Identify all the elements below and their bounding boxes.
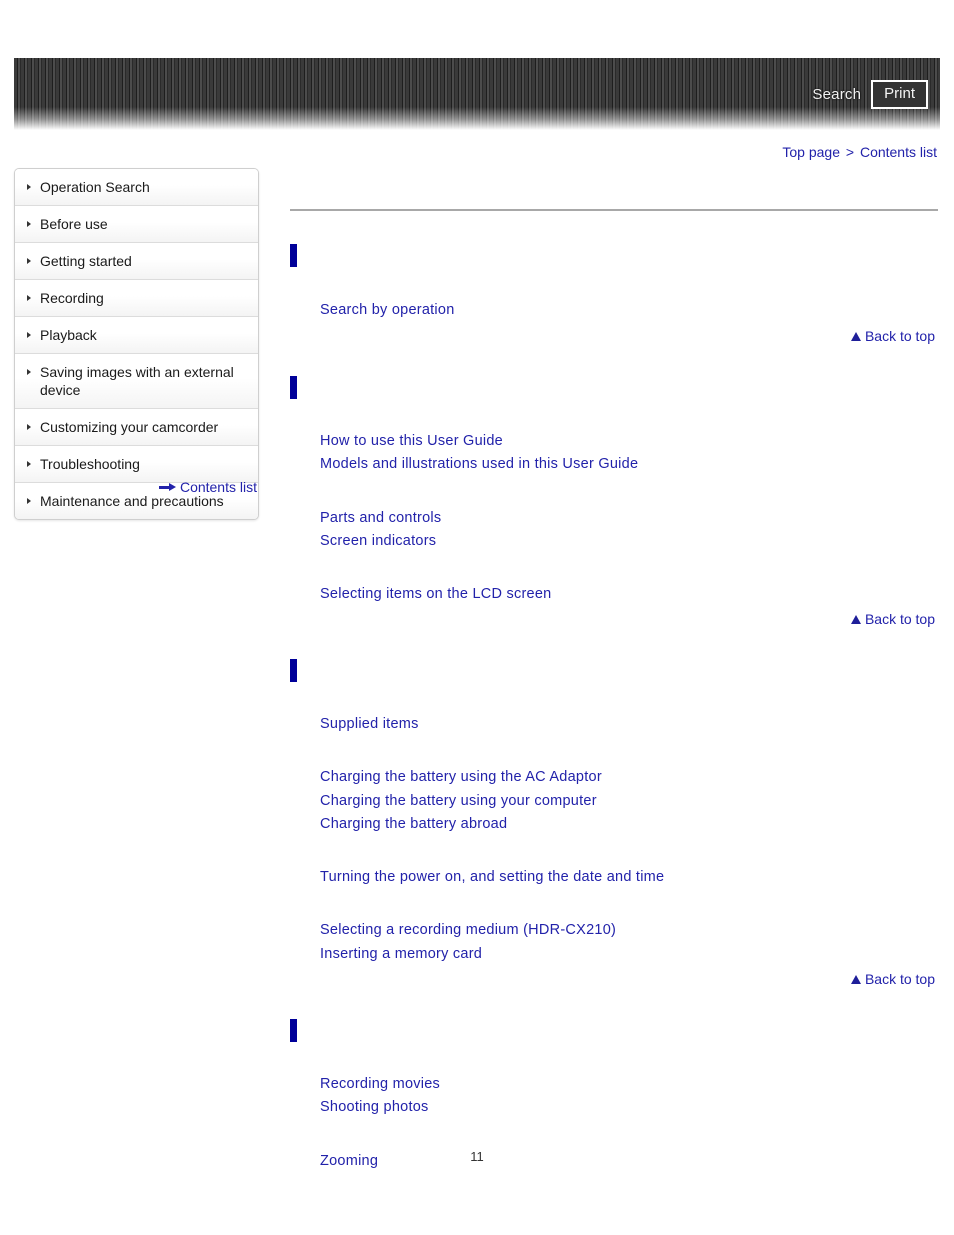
sidebar-navigation: Operation Search Before use Getting starte…: [14, 168, 259, 520]
link-group-spacer: [320, 553, 638, 583]
content-link[interactable]: Selecting items on the LCD screen: [320, 583, 638, 606]
sidebar-item-5[interactable]: Saving images with an external device: [15, 354, 258, 409]
link-group-spacer: [320, 477, 638, 507]
back-to-top-link[interactable]: Back to top: [850, 610, 935, 628]
link-group: Supplied items Charging the battery using…: [320, 713, 664, 966]
sidebar-item-2[interactable]: Getting started: [15, 243, 258, 280]
triangle-right-icon: [27, 424, 31, 430]
content-link[interactable]: Charging the battery using your computer: [320, 790, 664, 813]
back-to-top-label: Back to top: [864, 611, 935, 627]
triangle-right-icon: [27, 184, 31, 190]
section-marker-bar: [290, 376, 297, 399]
triangle-right-icon: [27, 369, 31, 375]
back-to-top-label: Back to top: [864, 328, 935, 344]
sidebar-item-label: Recording: [40, 290, 104, 306]
breadcrumb-separator: >: [845, 144, 855, 160]
sidebar-item-label: Saving images with an external device: [40, 364, 234, 398]
breadcrumb-contents-list[interactable]: Contents list: [860, 144, 937, 160]
triangle-right-icon: [27, 332, 31, 338]
section-marker-bar: [290, 244, 297, 267]
sidebar-item-3[interactable]: Recording: [15, 280, 258, 317]
sidebar-item-1[interactable]: Before use: [15, 206, 258, 243]
triangle-up-icon: [850, 614, 861, 624]
header-banner: Search Print: [14, 58, 940, 130]
content-link[interactable]: Parts and controls: [320, 507, 638, 530]
triangle-right-icon: [27, 461, 31, 467]
sidebar-item-label: Troubleshooting: [40, 456, 140, 472]
content-top-divider: [290, 209, 938, 211]
triangle-right-icon: [27, 258, 31, 264]
content-link[interactable]: Inserting a memory card: [320, 943, 664, 966]
sidebar-item-0[interactable]: Operation Search: [15, 169, 258, 206]
content-link[interactable]: Turning the power on, and setting the da…: [320, 866, 664, 889]
breadcrumb: Top page > Contents list: [782, 143, 937, 161]
sidebar-item-label: Playback: [40, 327, 97, 343]
content-link[interactable]: Charging the battery using the AC Adapto…: [320, 766, 664, 789]
sidebar-item-label: Getting started: [40, 253, 132, 269]
content-link[interactable]: Charging the battery abroad: [320, 813, 664, 836]
link-group-spacer: [320, 736, 664, 766]
contents-list-label: Contents list: [179, 479, 257, 495]
link-group: Search by operation: [320, 299, 455, 322]
content-link[interactable]: Selecting a recording medium (HDR-CX210): [320, 919, 664, 942]
link-group-spacer: [320, 836, 664, 866]
triangle-right-icon: [27, 221, 31, 227]
content-link[interactable]: Supplied items: [320, 713, 664, 736]
print-button[interactable]: Print: [871, 80, 928, 109]
page-number: 11: [470, 1149, 484, 1164]
link-group: How to use this User Guide Models and ill…: [320, 430, 638, 606]
sidebar-item-label: Customizing your camcorder: [40, 419, 219, 435]
sidebar-item-6[interactable]: Customizing your camcorder: [15, 409, 258, 446]
content-link[interactable]: How to use this User Guide: [320, 430, 638, 453]
link-group-spacer: [320, 889, 664, 919]
content-link[interactable]: Screen indicators: [320, 530, 638, 553]
sidebar-item-label: Operation Search: [40, 179, 150, 195]
search-button[interactable]: Search: [812, 86, 861, 104]
link-group-spacer: [320, 1120, 440, 1150]
content-link[interactable]: Models and illustrations used in this Us…: [320, 453, 638, 476]
content-link[interactable]: Recording movies: [320, 1073, 440, 1096]
triangle-up-icon: [850, 331, 861, 341]
back-to-top-link[interactable]: Back to top: [850, 970, 935, 988]
content-link[interactable]: Search by operation: [320, 299, 455, 322]
section-marker-bar: [290, 1019, 297, 1042]
breadcrumb-top-page[interactable]: Top page: [782, 144, 840, 160]
back-to-top-label: Back to top: [864, 971, 935, 987]
triangle-up-icon: [850, 974, 861, 984]
arrow-right-icon: [158, 482, 176, 492]
sidebar-item-4[interactable]: Playback: [15, 317, 258, 354]
content-link[interactable]: Shooting photos: [320, 1096, 440, 1119]
contents-list-link[interactable]: Contents list: [14, 478, 257, 496]
header-actions: Search Print: [812, 80, 928, 109]
sidebar-item-label: Before use: [40, 216, 108, 232]
back-to-top-link[interactable]: Back to top: [850, 327, 935, 345]
triangle-right-icon: [27, 498, 31, 504]
triangle-right-icon: [27, 295, 31, 301]
section-marker-bar: [290, 659, 297, 682]
